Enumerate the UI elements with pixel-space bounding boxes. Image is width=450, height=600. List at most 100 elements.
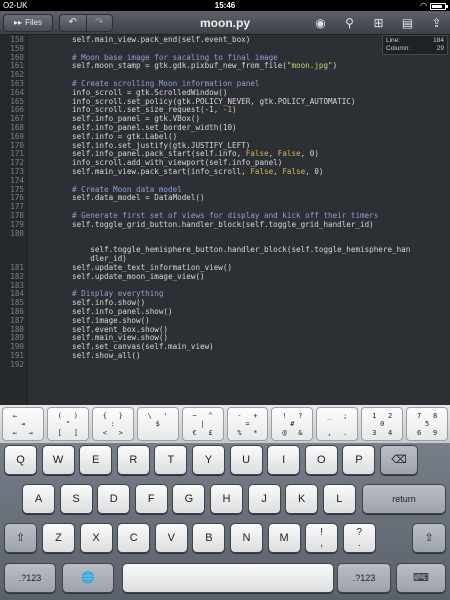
code-area[interactable]: 158 self.main_view.pack_end(self.event_bo… [0,35,450,370]
key-i[interactable]: I [267,445,301,475]
key-s[interactable]: S [59,484,93,514]
key-d[interactable]: D [97,484,131,514]
code-line[interactable]: 186 self.info_panel.show() [0,307,450,317]
code-line[interactable]: 184 # Display everything [0,289,450,299]
code-token: # Display everything [72,289,164,299]
code-line[interactable]: 185 self.info.show() [0,298,450,308]
key-f[interactable]: F [134,484,168,514]
code-token: self.info = gtk.Label() [72,131,178,141]
hierarchy-icon[interactable]: ⊞ [371,16,386,30]
question-period-key[interactable]: ?. [342,523,376,553]
code-line[interactable]: 190 self.set_canvas(self.main_view) [0,342,450,352]
key-c[interactable]: C [117,523,151,553]
key-k[interactable]: K [285,484,319,514]
code-line[interactable]: 182 self.update_moon_image_view() [0,271,450,282]
key-g[interactable]: G [172,484,206,514]
globe-key[interactable]: 🌐 [62,563,114,593]
preview-eye-icon[interactable]: ◉ [313,16,328,30]
code-token: self.info.set_justify(gtk.JUSTIFY_LEFT) [72,140,251,150]
exclamation-comma-key[interactable]: !, [305,523,339,553]
symbol-key[interactable]: \ ' $ [136,407,179,441]
symbol-key[interactable]: () "[] [46,407,89,441]
key-a[interactable]: A [22,484,55,514]
document-icon[interactable]: ▤ [400,16,415,30]
code-line[interactable]: 161 self.moon_stamp = gtk.gdk.pixbuf_new_… [0,61,450,71]
symbol-glyph: = [245,420,250,428]
code-token: False [282,166,306,176]
code-token: "moon.jpg" [286,61,333,71]
undo-button[interactable]: ↶ [60,15,86,31]
code-line[interactable]: self.toggle_hemisphere_button.handler_bl… [0,245,450,255]
line-number: 180 [10,228,24,238]
symbol-glyph: # [290,420,295,428]
key-e[interactable]: E [79,445,113,475]
code-token: self.update_moon_image_view() [72,271,205,281]
code-line[interactable]: 179 self.toggle_grid_button.handler_block… [0,220,450,230]
code-line[interactable]: 189 self.main_view.show() [0,333,450,343]
return-key[interactable]: return [362,484,446,514]
key-h[interactable]: H [210,484,243,514]
code-line[interactable]: 180 [0,228,450,247]
share-icon[interactable]: ⇪ [429,16,444,30]
column-label: Column: [386,45,411,52]
code-line[interactable]: 175 # Create Moon data model [0,185,450,195]
key-p[interactable]: P [342,445,376,475]
key-m[interactable]: M [267,523,301,553]
symbol-key[interactable]: ← ⇥ ← → [2,407,44,441]
key-u[interactable]: U [229,445,263,475]
symbol-key[interactable]: 1 203 4 [361,407,404,441]
keyboard-row-1: Q W E R T Y U I O P ⌫ [0,445,450,478]
key-q[interactable]: Q [4,445,37,475]
key-t[interactable]: T [154,445,188,475]
backspace-key[interactable]: ⌫ [380,445,418,475]
symbol-key[interactable]: !? # @ & [271,407,314,441]
key-o[interactable]: O [304,445,338,475]
code-line[interactable]: 192 [0,360,450,370]
symbol-glyph: + [253,412,258,420]
code-token: self.moon_stamp = gtk.gdk.pixbuf_new_fro… [72,61,287,71]
code-line[interactable]: 174 [0,176,450,186]
key-j[interactable]: J [247,484,281,514]
code-line[interactable]: 181 self.update_text_information_view() [0,263,450,273]
key-n[interactable]: N [230,523,263,553]
key-l[interactable]: L [322,484,356,514]
hide-keyboard-key[interactable]: ⌨ [396,563,446,593]
numbers-key-right[interactable]: .?123 [337,563,391,593]
code-line[interactable]: 191 self.show_all() [0,351,450,361]
code-editor[interactable]: 158 self.main_view.pack_end(self.event_bo… [0,35,450,405]
key-y[interactable]: Y [192,445,225,475]
code-line[interactable]: 173 self.main_view.pack_start(info_scroll… [0,166,450,177]
code-line[interactable]: 176 self.data_model = DataModel() [0,193,450,203]
code-token: , 0) [300,149,319,159]
symbol-key[interactable]: _;,. [316,407,359,441]
key-z[interactable]: Z [42,523,75,553]
symbol-glyph: £ [208,429,213,437]
code-token: info_scroll.set_policy(gtk.POLICY_NEVER,… [72,96,356,106]
space-bar[interactable] [122,563,334,593]
shift-key-right[interactable]: ⇧ [412,523,446,553]
redo-button[interactable]: ↷ [85,15,113,31]
symbol-key[interactable]: - + =% * [226,407,269,441]
code-line[interactable]: 187 self.image.show() [0,316,450,326]
symbol-glyph: 1 [372,412,377,420]
wifi-icon: ◠ [420,1,427,10]
symbol-key[interactable]: 7 856 9 [406,407,449,441]
code-token: self.event_box.show() [72,324,169,334]
key-r[interactable]: R [116,445,150,475]
code-line[interactable]: 166 info_scroll.set_size_request(-1, -1) [0,105,450,115]
shift-key-left[interactable]: ⇧ [4,523,37,553]
numbers-key-left[interactable]: .?123 [4,563,56,593]
code-line[interactable]: 183 [0,281,450,291]
symbol-key[interactable]: ~ ^ | € £ [181,407,224,441]
code-line[interactable]: 168 self.info_panel.set_border_width(10) [0,123,450,133]
code-line[interactable]: 188 self.event_box.show() [0,324,450,335]
symbol-key[interactable]: {}: < > [91,407,134,441]
search-icon[interactable]: ⚲ [342,16,357,30]
key-x[interactable]: X [79,523,113,553]
key-w[interactable]: W [41,445,75,475]
key-b[interactable]: B [192,523,226,553]
symbol-glyph: 7 [417,412,422,420]
files-button[interactable]: ▸▸ Files [3,14,53,32]
key-v[interactable]: V [154,523,188,553]
keyboard-row-2: A S D F G H J K Lreturn [0,484,450,517]
